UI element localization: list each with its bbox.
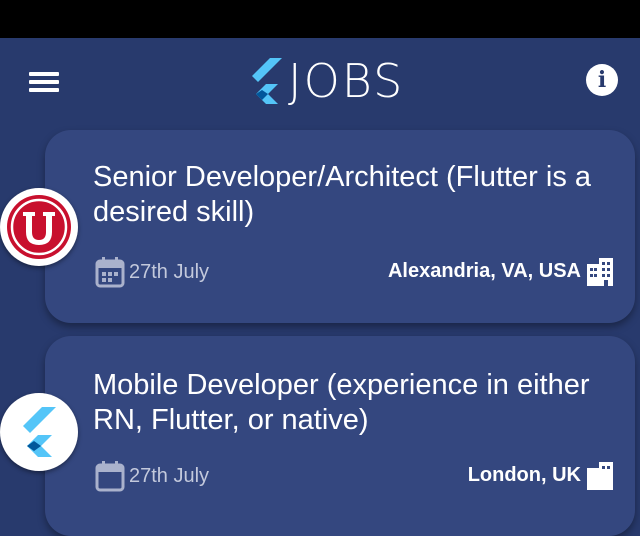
company-u-logo-icon bbox=[7, 195, 71, 259]
job-date: 27th July bbox=[95, 256, 209, 288]
company-avatar[interactable] bbox=[0, 393, 78, 471]
menu-icon-bar bbox=[29, 72, 59, 76]
company-avatar[interactable] bbox=[0, 188, 78, 266]
app-title-text: JOBS bbox=[288, 54, 405, 108]
building-icon bbox=[587, 462, 613, 490]
app-title: JOBS bbox=[246, 52, 404, 110]
job-title: Senior Developer/Architect (Flutter is a… bbox=[93, 161, 592, 228]
building-icon bbox=[587, 258, 613, 286]
flutter-logo-icon bbox=[252, 58, 282, 104]
job-date-text: 27th July bbox=[129, 260, 210, 283]
menu-icon-bar bbox=[29, 80, 59, 84]
calendar-icon bbox=[95, 461, 125, 492]
flutter-logo-icon bbox=[23, 407, 56, 457]
job-card[interactable]: Mobile Developer (experience in either R… bbox=[45, 336, 635, 536]
info-icon: i bbox=[597, 67, 607, 93]
menu-button[interactable] bbox=[24, 64, 64, 100]
job-location-text: London, UK bbox=[467, 463, 581, 486]
job-location: London, UK bbox=[468, 460, 615, 490]
job-date-text: 27th July bbox=[129, 464, 210, 487]
menu-icon-bar bbox=[29, 88, 59, 92]
job-location-text: Alexandria, VA, USA bbox=[387, 259, 581, 282]
job-title: Mobile Developer (experience in either R… bbox=[93, 369, 590, 436]
app-bar: JOBS i bbox=[0, 38, 640, 126]
job-location: Alexandria, VA, USA bbox=[388, 256, 615, 286]
info-button[interactable]: i bbox=[586, 64, 618, 96]
job-card[interactable]: Senior Developer/Architect (Flutter is a… bbox=[45, 130, 635, 323]
calendar-icon bbox=[95, 257, 125, 288]
job-date: 27th July bbox=[95, 460, 209, 492]
status-bar bbox=[0, 0, 640, 38]
